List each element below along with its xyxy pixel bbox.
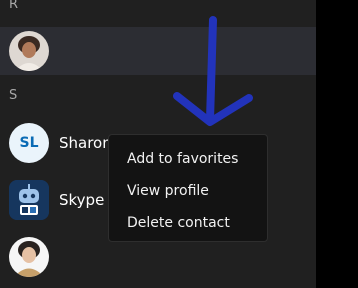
section-header-s: S <box>9 88 18 103</box>
avatar <box>9 31 49 71</box>
arrow-down-annotation-icon <box>173 16 253 126</box>
section-header-r: R <box>9 0 19 12</box>
contact-name: Sharon <box>59 134 112 152</box>
avatar: SL <box>9 123 49 163</box>
woman-photo-icon <box>9 31 49 71</box>
skype-bot-icon <box>9 180 49 220</box>
menu-item-add-to-favorites[interactable]: Add to favorites <box>109 143 267 175</box>
screenshot-stage: R S SL Sharon Skype T Add to favorites V… <box>0 0 358 288</box>
woman-photo-icon <box>9 237 49 277</box>
menu-item-view-profile[interactable]: View profile <box>109 175 267 207</box>
context-menu: Add to favorites View profile Delete con… <box>108 134 268 242</box>
avatar <box>9 237 49 277</box>
contacts-panel: R S SL Sharon Skype T Add to favorites V… <box>0 0 316 288</box>
avatar <box>9 180 49 220</box>
menu-item-delete-contact[interactable]: Delete contact <box>109 207 267 239</box>
contact-row[interactable] <box>0 27 316 75</box>
